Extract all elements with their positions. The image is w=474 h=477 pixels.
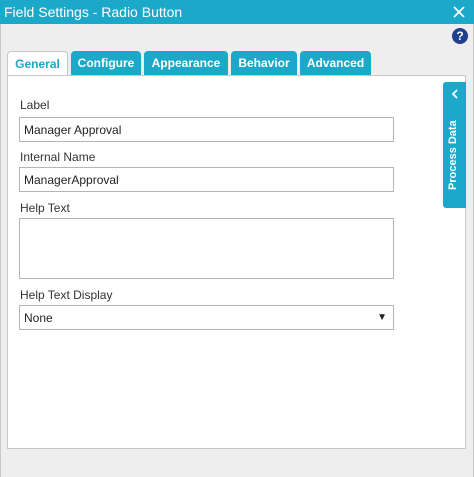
general-tab-panel: Label Manager Approval Internal Name Man… [7,75,466,449]
help-text-display-select[interactable]: None ▼ [19,305,394,330]
process-data-panel-toggle[interactable]: Process Data [443,82,466,208]
label-input[interactable]: Manager Approval [19,117,394,142]
chevron-left-icon [443,86,466,102]
help-icon: ? [456,29,464,43]
tab-advanced[interactable]: Advanced [300,51,371,75]
dialog-title: Field Settings - Radio Button [4,4,183,20]
process-data-label: Process Data [447,120,459,190]
tab-configure[interactable]: Configure [71,51,141,75]
internal-name-caption: Internal Name [20,150,96,164]
help-text-textarea[interactable] [19,218,394,279]
dialog-titlebar: Field Settings - Radio Button [0,0,474,24]
help-text-display-value: None [24,310,53,325]
tab-behavior[interactable]: Behavior [231,51,297,75]
help-text-caption: Help Text [20,201,70,215]
dropdown-arrow-icon: ▼ [377,312,387,323]
help-text-display-caption: Help Text Display [20,288,113,302]
tab-general[interactable]: General [7,51,68,76]
close-button[interactable] [450,3,468,21]
help-button[interactable]: ? [452,28,468,44]
tab-appearance[interactable]: Appearance [144,51,228,75]
internal-name-input[interactable]: ManagerApproval [19,167,394,192]
label-field-caption: Label [20,98,50,112]
close-icon [453,6,465,18]
